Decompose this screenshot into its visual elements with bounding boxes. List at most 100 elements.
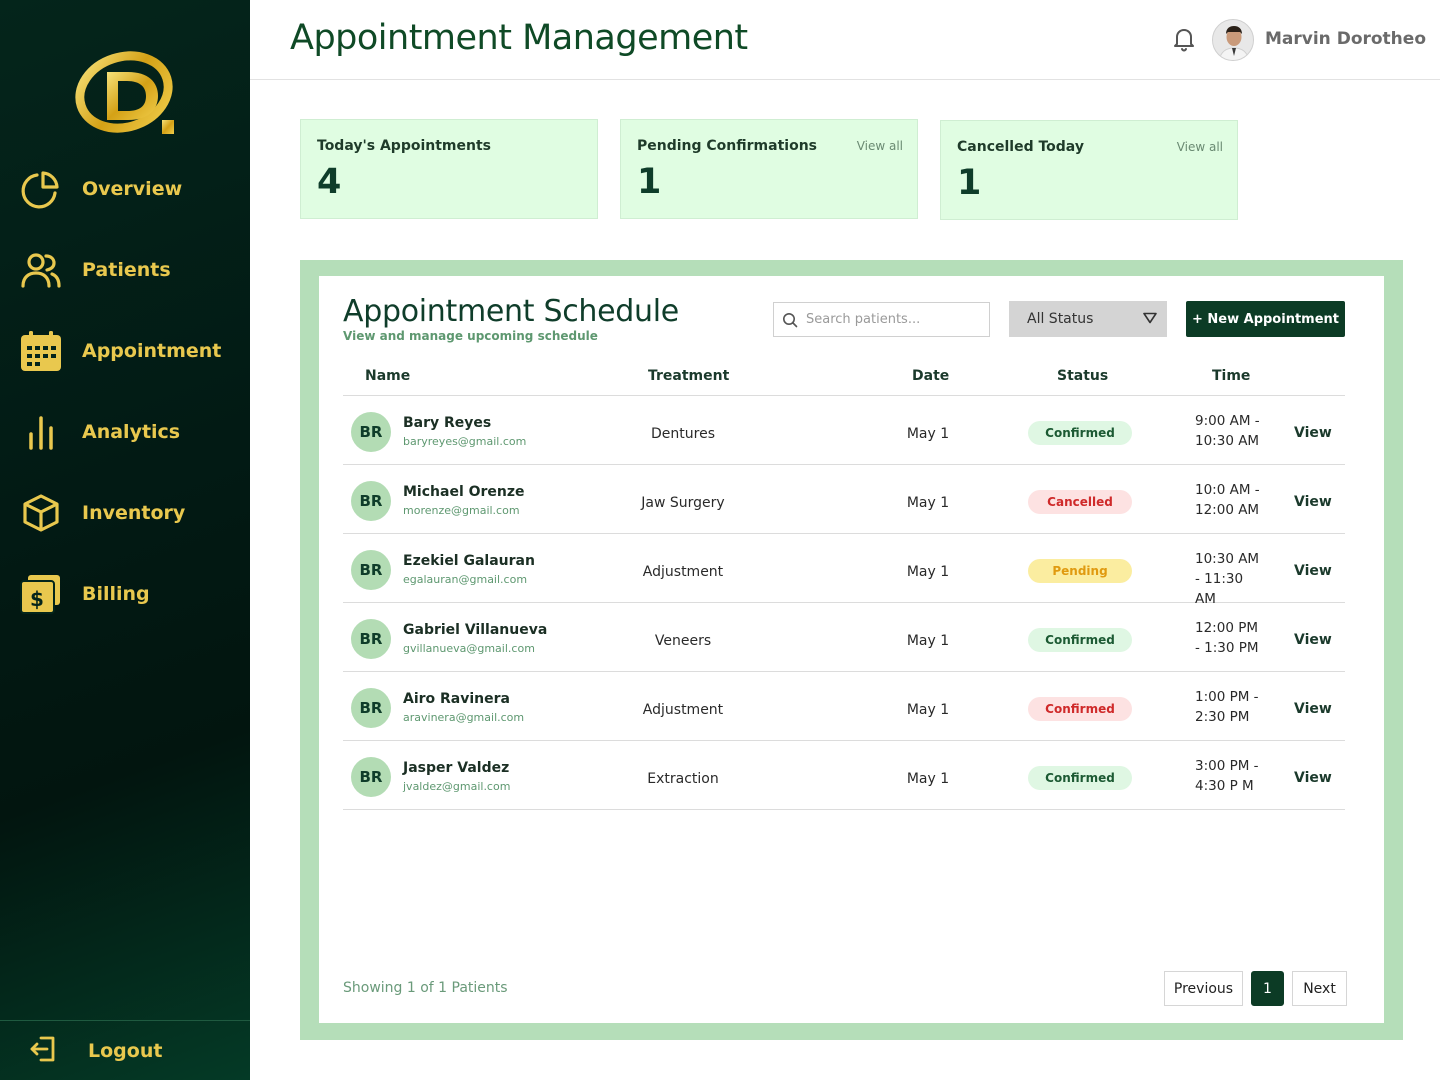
appointment-schedule-panel: Appointment Schedule View and manage upc… (319, 276, 1384, 1023)
billing-icon: $ (20, 573, 62, 615)
time-cell: 3:00 PM - 4:30 P M (1195, 758, 1259, 794)
time-cell: 9:00 AM - 10:30 AM (1195, 413, 1260, 449)
column-header-time: Time (1212, 368, 1251, 384)
patient-avatar: BR (351, 550, 391, 590)
treatment-cell: Dentures (651, 426, 715, 442)
status-badge: Confirmed (1028, 697, 1132, 721)
table-row: BR Gabriel Villanueva gvillanueva@gmail.co… (343, 603, 1345, 672)
view-link[interactable]: View (1294, 770, 1332, 786)
status-badge: Confirmed (1028, 628, 1132, 652)
view-link[interactable]: View (1294, 494, 1332, 510)
calendar-icon (20, 330, 62, 372)
logout-button[interactable]: Logout (28, 1030, 228, 1072)
view-link[interactable]: View (1294, 701, 1332, 717)
column-header-status: Status (1057, 368, 1109, 384)
schedule-subtitle: View and manage upcoming schedule (343, 329, 598, 343)
page-1-button[interactable]: 1 (1251, 971, 1284, 1006)
patient-email: morenze@gmail.com (403, 504, 520, 517)
showing-count-text: Showing 1 of 1 Patients (343, 980, 508, 996)
bar-chart-icon (20, 411, 62, 453)
table-row: BR Michael Orenze morenze@gmail.com Jaw Sur… (343, 465, 1345, 534)
user-name: Marvin Dorotheo (1265, 29, 1426, 49)
box-icon (20, 492, 62, 534)
status-filter-value: All Status (1027, 311, 1094, 327)
treatment-cell: Adjustment (642, 564, 724, 580)
search-icon (774, 312, 806, 328)
status-badge: Confirmed (1028, 421, 1132, 445)
sidebar-item-label: Appointment (82, 340, 222, 362)
search-box[interactable] (773, 302, 990, 337)
patient-avatar: BR (351, 481, 391, 521)
patient-name: Gabriel Villanueva (403, 622, 548, 638)
patient-name: Airo Ravinera (403, 691, 510, 707)
stat-label: Today's Appointments (317, 138, 491, 154)
time-cell: 10:30 AM - 11:30 AM (1195, 551, 1260, 607)
status-badge: Confirmed (1028, 766, 1132, 790)
sidebar-item-label: Patients (82, 259, 171, 281)
next-page-button[interactable]: Next (1292, 971, 1347, 1006)
sidebar-item-overview[interactable]: Overview (20, 165, 240, 213)
patient-avatar: BR (351, 619, 391, 659)
view-link[interactable]: View (1294, 563, 1332, 579)
logout-icon (28, 1034, 58, 1068)
new-appointment-button[interactable]: + New Appointment (1186, 301, 1345, 337)
patient-avatar: BR (351, 412, 391, 452)
table-row: BR Airo Ravinera aravinera@gmail.com Adjust… (343, 672, 1345, 741)
view-link[interactable]: View (1294, 425, 1332, 441)
patient-name: Michael Orenze (403, 484, 525, 500)
stat-value: 4 (317, 162, 342, 202)
view-all-link[interactable]: View all (1177, 140, 1223, 154)
sidebar-item-billing[interactable]: $ Billing (20, 570, 240, 618)
column-header-date: Date (912, 368, 950, 384)
patient-email: gvillanueva@gmail.com (403, 642, 535, 655)
users-icon (20, 249, 62, 291)
logout-label: Logout (88, 1040, 163, 1062)
treatment-cell: Extraction (647, 771, 719, 787)
sidebar-item-label: Billing (82, 583, 150, 605)
view-link[interactable]: View (1294, 632, 1332, 648)
patient-email: jvaldez@gmail.com (403, 780, 511, 793)
table-row: BR Bary Reyes baryreyes@gmail.com Dentures M… (343, 396, 1345, 465)
patient-email: baryreyes@gmail.com (403, 435, 527, 448)
top-header: Appointment Management Marvin Dorotheo (250, 0, 1440, 80)
stat-label: Cancelled Today (957, 139, 1084, 155)
schedule-title: Appointment Schedule (343, 294, 679, 329)
treatment-cell: Adjustment (642, 702, 724, 718)
stat-card-today: Today's Appointments 4 (300, 119, 598, 219)
sidebar-item-appointment[interactable]: Appointment (20, 327, 240, 375)
stat-value: 1 (637, 162, 662, 202)
notification-bell-icon[interactable] (1172, 26, 1196, 52)
table-row: BR Jasper Valdez jvaldez@gmail.com Extracti… (343, 741, 1345, 810)
sidebar-item-inventory[interactable]: Inventory (20, 489, 240, 537)
patient-avatar: BR (351, 757, 391, 797)
sidebar-item-patients[interactable]: Patients (20, 246, 240, 294)
sidebar-item-label: Inventory (82, 502, 186, 524)
stat-label: Pending Confirmations (637, 138, 817, 154)
stat-card-cancelled: Cancelled Today View all 1 (940, 120, 1238, 220)
time-cell: 1:00 PM - 2:30 PM (1195, 689, 1259, 725)
date-cell: May 1 (906, 702, 950, 718)
status-filter-dropdown[interactable]: All Status (1009, 301, 1167, 337)
user-avatar[interactable] (1212, 19, 1254, 61)
patient-avatar: BR (351, 688, 391, 728)
previous-page-button[interactable]: Previous (1164, 971, 1243, 1006)
stat-card-pending: Pending Confirmations View all 1 (620, 119, 918, 219)
schedule-frame: Appointment Schedule View and manage upc… (300, 260, 1403, 1040)
time-cell: 10:0 AM - 12:00 AM (1195, 482, 1260, 518)
patient-name: Ezekiel Galauran (403, 553, 535, 569)
clinic-logo[interactable] (74, 50, 178, 140)
treatment-cell: Jaw Surgery (641, 495, 725, 511)
stat-value: 1 (957, 163, 982, 203)
sidebar-item-analytics[interactable]: Analytics (20, 408, 240, 456)
patient-name: Jasper Valdez (403, 760, 510, 776)
view-all-link[interactable]: View all (857, 139, 903, 153)
patient-name: Bary Reyes (403, 415, 492, 431)
date-cell: May 1 (906, 564, 950, 580)
patient-email: egalauran@gmail.com (403, 573, 528, 586)
patient-email: aravinera@gmail.com (403, 711, 525, 724)
time-cell: 12:00 PM - 1:30 PM (1195, 620, 1259, 656)
table-header: Name Treatment Date Status Time (343, 364, 1345, 396)
search-input[interactable] (806, 312, 976, 327)
treatment-cell: Veneers (654, 633, 712, 649)
date-cell: May 1 (906, 495, 950, 511)
